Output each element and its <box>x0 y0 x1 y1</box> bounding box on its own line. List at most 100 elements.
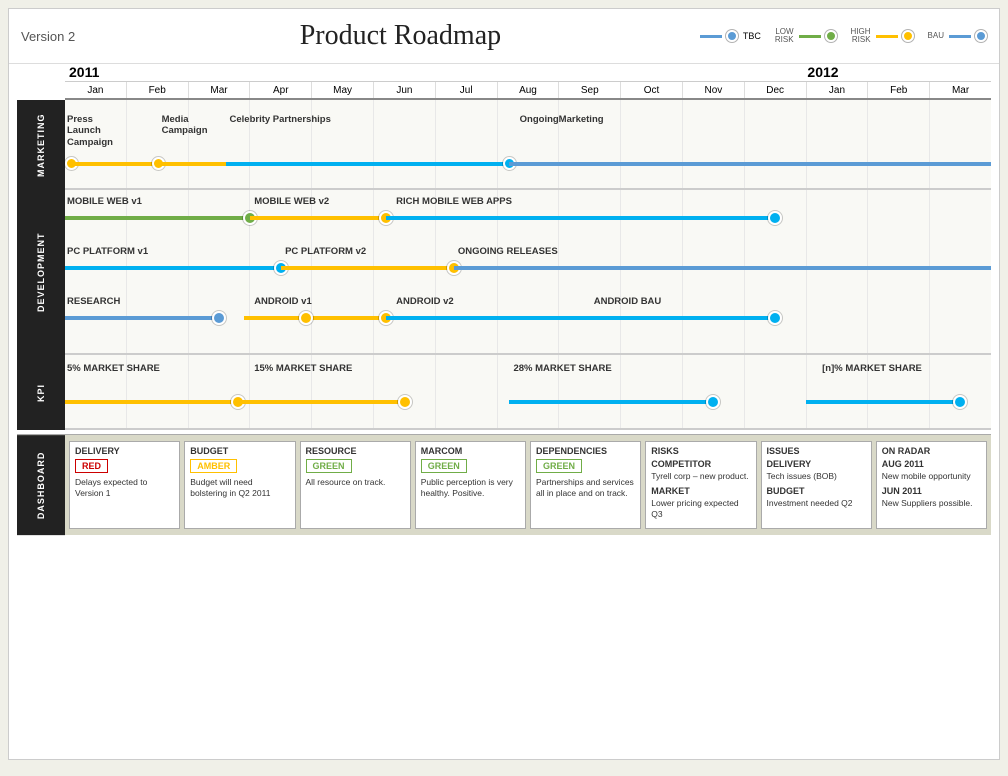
on-radar-title: ON RADAR <box>882 446 981 456</box>
risks-card: RISKS COMPETITOR Tyrell corp – new produ… <box>645 441 756 529</box>
dependencies-title: DEPENDENCIES <box>536 446 635 456</box>
month-feb-1: Feb <box>127 82 189 98</box>
android-bau-bar <box>590 316 775 320</box>
pc-v1-bar <box>65 266 281 270</box>
ongoing-releases-bar <box>454 266 991 270</box>
marcom-status: GREEN <box>421 459 467 473</box>
kpi-n-label: [n]% MARKET SHARE <box>822 363 922 374</box>
media-campaign-bar <box>158 162 226 166</box>
research-dot <box>212 311 226 325</box>
on-radar-card: ON RADAR AUG 2011 New mobile opportunity… <box>876 441 987 529</box>
rich-mobile-label: RICH MOBILE WEB APPS <box>396 196 512 207</box>
resource-card: RESOURCE GREEN All resource on track. <box>300 441 411 529</box>
month-mar-2: Mar <box>930 82 991 98</box>
radar-aug-heading: AUG 2011 <box>882 459 981 469</box>
development-section: DEVELOPMENT MOBILE WEB v1 MOBILE WEB v2 … <box>17 190 991 355</box>
kpi-15pct-dot <box>398 395 412 409</box>
year-2011: 2011 <box>65 64 803 81</box>
kpi-n-dot <box>953 395 967 409</box>
competitor-text: Tyrell corp – new product. <box>651 471 750 482</box>
month-nov: Nov <box>683 82 745 98</box>
mobile-web-v2-bar <box>250 216 386 220</box>
legend-high-risk: HIGHRISK <box>851 28 914 44</box>
month-aug: Aug <box>498 82 560 98</box>
issues-delivery-heading: DELIVERY <box>767 459 866 469</box>
issues-budget-heading: BUDGET <box>767 486 866 496</box>
legend: TBC LOWRISK HIGHRISK BAU <box>700 28 987 44</box>
month-jun: Jun <box>374 82 436 98</box>
marketing-section: MARKETING PressLaunchCampaign MediaCampa… <box>17 100 991 190</box>
month-dec: Dec <box>745 82 807 98</box>
bau-dot <box>975 30 987 42</box>
android-v2-bar <box>386 316 590 320</box>
timeline-years: 2011 2012 Jan Feb Mar Apr May Jun Jul Au… <box>65 64 991 100</box>
legend-low-risk: LOWRISK <box>775 28 837 44</box>
press-launch-bar <box>68 162 161 166</box>
year-2012: 2012 <box>803 64 991 81</box>
android-v1-bar <box>244 316 386 320</box>
ongoing-marketing-label: OngoingMarketing <box>520 114 604 125</box>
press-launch-label: PressLaunchCampaign <box>67 114 113 148</box>
mobile-web-v1-label: MOBILE WEB v1 <box>67 196 142 207</box>
issues-delivery: DELIVERY Tech issues (BOB) <box>767 459 866 482</box>
marcom-title: MARCOM <box>421 446 520 456</box>
resource-title: RESOURCE <box>306 446 405 456</box>
kpi-15pct-label: 15% MARKET SHARE <box>254 363 352 374</box>
radar-jun-text: New Suppliers possible. <box>882 498 981 509</box>
month-jan-1: Jan <box>65 82 127 98</box>
risks-title: RISKS <box>651 446 750 456</box>
dependencies-text: Partnerships and services all in place a… <box>536 477 635 499</box>
development-label: DEVELOPMENT <box>17 190 65 355</box>
marcom-card: MARCOM GREEN Public perception is very h… <box>415 441 526 529</box>
delivery-status: RED <box>75 459 108 473</box>
radar-aug-text: New mobile opportunity <box>882 471 981 482</box>
version-label: Version 2 <box>21 29 101 44</box>
month-may: May <box>312 82 374 98</box>
month-jan-2: Jan <box>807 82 869 98</box>
issues-card: ISSUES DELIVERY Tech issues (BOB) BUDGET… <box>761 441 872 529</box>
high-risk-dot <box>902 30 914 42</box>
dashboard-section: DASHBOARD DELIVERY RED Delays expected t… <box>17 434 991 535</box>
marcom-text: Public perception is very healthy. Posit… <box>421 477 520 499</box>
competitor-heading: COMPETITOR <box>651 459 750 469</box>
month-mar-1: Mar <box>189 82 251 98</box>
celebrity-label: Celebrity Partnerships <box>230 114 331 125</box>
dashboard-label: DASHBOARD <box>17 435 65 535</box>
legend-tbc: TBC <box>700 30 761 42</box>
month-feb-2: Feb <box>868 82 930 98</box>
risks-competitor: COMPETITOR Tyrell corp – new product. <box>651 459 750 482</box>
radar-aug: AUG 2011 New mobile opportunity <box>882 459 981 482</box>
years-row: 2011 2012 <box>65 64 991 82</box>
marketing-label: MARKETING <box>17 100 65 190</box>
month-sep: Sep <box>559 82 621 98</box>
delivery-text: Delays expected to Version 1 <box>75 477 174 499</box>
resource-status: GREEN <box>306 459 352 473</box>
kpi-content: 5% MARKET SHARE 15% MARKET SHARE 28% MAR… <box>65 355 991 430</box>
android-v2-label: ANDROID v2 <box>396 296 454 307</box>
marketing-content: PressLaunchCampaign MediaCampaign Celebr… <box>65 100 991 190</box>
budget-title: BUDGET <box>190 446 289 456</box>
media-campaign-label: MediaCampaign <box>162 114 208 137</box>
kpi-5pct-bar <box>65 400 238 404</box>
resource-text: All resource on track. <box>306 477 405 488</box>
android-bau-dot <box>768 311 782 325</box>
android-v1-label: ANDROID v1 <box>254 296 312 307</box>
page-title: Product Roadmap <box>101 20 700 52</box>
pc-v2-bar <box>281 266 454 270</box>
rich-mobile-dot <box>768 211 782 225</box>
legend-bau: BAU <box>928 30 987 42</box>
main-container: Version 2 Product Roadmap TBC LOWRISK HI… <box>8 8 1000 760</box>
kpi-n-bar <box>806 400 960 404</box>
tbc-label: TBC <box>743 31 761 41</box>
kpi-28pct-bar <box>509 400 713 404</box>
month-apr: Apr <box>250 82 312 98</box>
budget-text: Budget will need bolstering in Q2 2011 <box>190 477 289 499</box>
high-risk-text: HIGHRISK <box>851 28 871 44</box>
ongoing-releases-label: ONGOING RELEASES <box>458 246 558 257</box>
budget-status: AMBER <box>190 459 237 473</box>
mobile-web-v1-bar <box>65 216 250 220</box>
celebrity-bar <box>226 162 510 166</box>
delivery-title: DELIVERY <box>75 446 174 456</box>
radar-jun: JUN 2011 New Suppliers possible. <box>882 486 981 509</box>
radar-jun-heading: JUN 2011 <box>882 486 981 496</box>
